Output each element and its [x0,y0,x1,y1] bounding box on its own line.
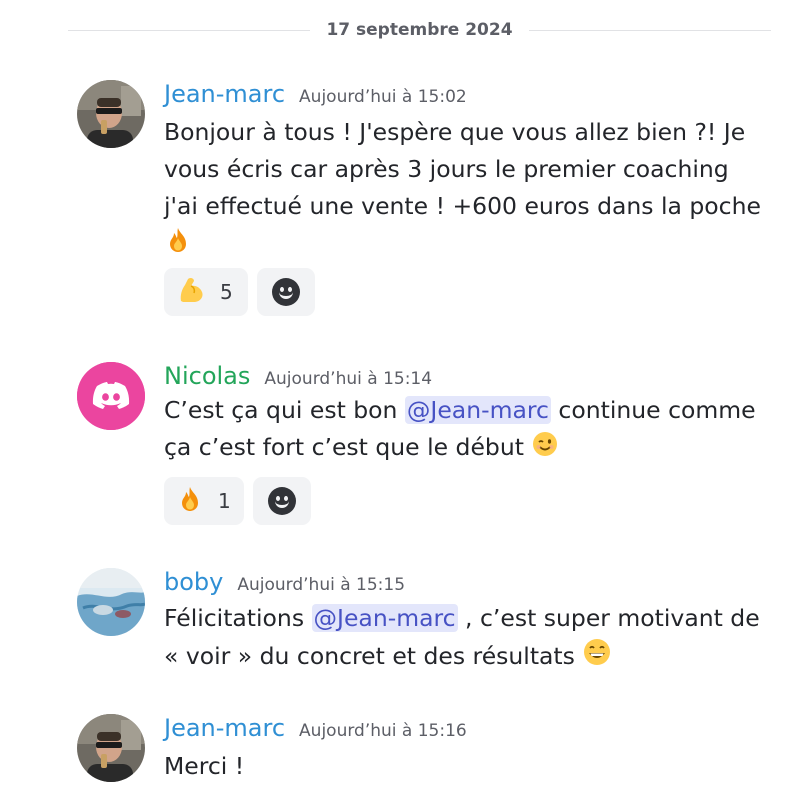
timestamp: Aujourd’hui à 15:02 [299,87,467,107]
avatar-nicolas[interactable] [77,362,145,430]
user-mention[interactable]: @Jean-marc [311,604,458,632]
username[interactable]: Jean-marc [164,80,285,108]
avatar-photo [77,714,145,782]
add-reaction-smiley-icon [268,487,296,515]
timestamp: Aujourd’hui à 15:15 [237,575,406,595]
divider-line-right [528,29,771,31]
message-text-part: Bonjour à tous ! J'espère que vous allez… [164,118,761,220]
avatar-boby[interactable] [77,568,145,636]
reaction-fire[interactable]: 1 [164,477,244,525]
reaction-count: 1 [218,489,231,513]
avatar-jean-marc[interactable] [77,714,145,782]
message-text: Félicitations @Jean-marc , c’est super m… [164,600,764,678]
add-reaction-button[interactable] [253,477,311,525]
timestamp: Aujourd’hui à 15:14 [264,369,433,389]
divider-line-left [68,29,311,31]
message-text: C’est ça qui est bon @Jean-marc continue… [164,392,764,469]
message-text-part: Félicitations [164,604,312,632]
grinning-face-emoji [582,637,612,678]
reaction-flexed-biceps[interactable]: 5 [164,268,248,316]
add-reaction-button[interactable] [257,268,315,316]
date-divider-label: 17 septembre 2024 [326,20,513,40]
reactions-bar: 1 [164,477,311,525]
date-divider: 17 septembre 2024 [68,18,771,42]
username[interactable]: Nicolas [164,362,250,390]
message-text-part: Merci ! [164,752,245,780]
message-text-part: C’est ça qui est bon [164,396,405,424]
discord-logo-icon [77,362,145,430]
message-text: Merci ! [164,748,764,785]
username[interactable]: Jean-marc [164,714,285,742]
winking-face-emoji [531,430,559,469]
avatar-photo [77,80,145,148]
chat-channel: 17 septembre 2024 Jean-marc Aujourd’hui … [0,0,809,786]
fire-emoji [164,226,192,265]
avatar-photo [77,568,145,636]
flexed-biceps-emoji [176,275,206,309]
reactions-bar: 5 [164,268,315,316]
username[interactable]: boby [164,568,223,596]
reaction-count: 5 [220,280,233,304]
timestamp: Aujourd’hui à 15:16 [299,721,467,741]
user-mention[interactable]: @Jean-marc [404,396,551,424]
fire-emoji [176,485,204,517]
add-reaction-smiley-icon [272,278,300,306]
avatar-jean-marc[interactable] [77,80,145,148]
